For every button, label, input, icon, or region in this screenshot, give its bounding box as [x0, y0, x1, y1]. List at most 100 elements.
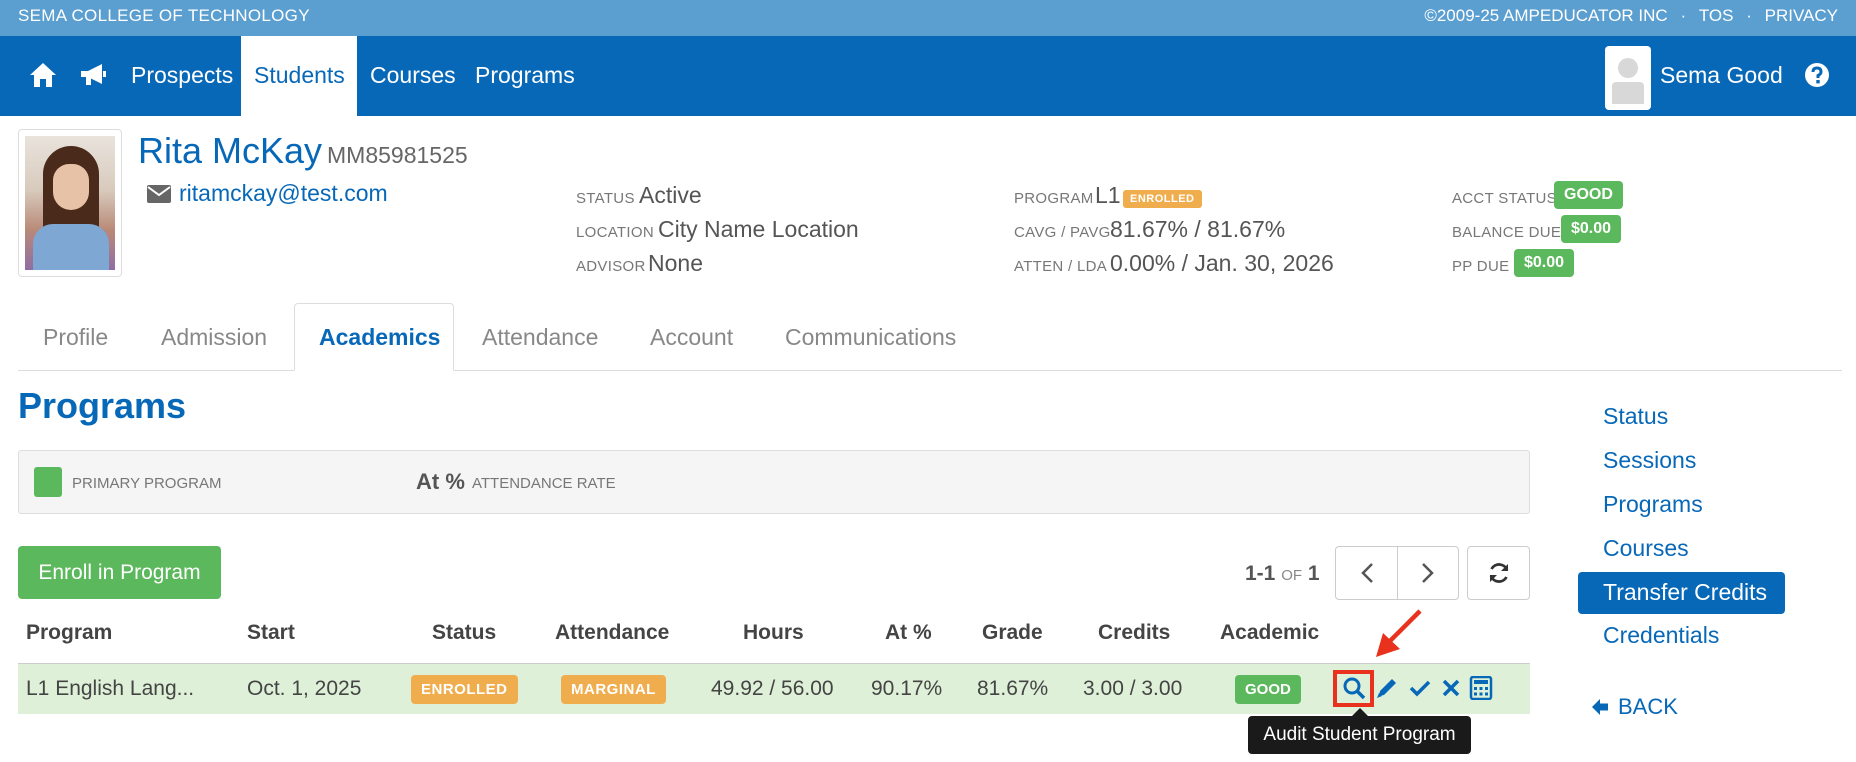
tooltip: Audit Student Program	[1248, 708, 1471, 754]
section-title: Programs	[18, 385, 187, 426]
balance-badge: $0.00	[1561, 215, 1622, 243]
acct-status-label: ACCT STATUS	[1452, 190, 1557, 207]
student-name: Rita McKay	[138, 130, 323, 171]
cavg-label: CAVG / PAVG	[1014, 224, 1111, 241]
col-grade: Grade	[982, 621, 1043, 644]
col-at-percent: At %	[885, 621, 932, 644]
refresh-icon	[1489, 563, 1508, 583]
back-label: BACK	[1618, 694, 1678, 719]
status-label: STATUS	[576, 190, 635, 207]
separator: ·	[1680, 6, 1687, 25]
col-start: Start	[247, 621, 295, 644]
col-hours: Hours	[743, 621, 804, 644]
highlight-annotation	[1333, 670, 1374, 707]
user-name[interactable]: Sema Good	[1660, 62, 1783, 89]
location-value: City Name Location	[658, 216, 859, 242]
pp-due-badge: $0.00	[1514, 249, 1575, 277]
tab-profile[interactable]: Profile	[43, 324, 108, 351]
atten-label: ATTEN / LDA	[1014, 258, 1108, 275]
refresh-button[interactable]	[1467, 546, 1530, 600]
atten-value: 0.00% / Jan. 30, 2026	[1110, 250, 1334, 276]
program-label: PROGRAM	[1014, 190, 1094, 207]
balance-label: BALANCE DUE	[1452, 224, 1562, 241]
nav-programs[interactable]: Programs	[475, 62, 575, 89]
attendance-badge: MARGINAL	[561, 675, 666, 704]
tab-admission[interactable]: Admission	[161, 324, 267, 351]
col-attendance: Attendance	[555, 621, 670, 644]
advisor-label: ADVISOR	[576, 258, 646, 275]
program-status-badge: ENROLLED	[1123, 190, 1202, 208]
sidenav-status[interactable]: Status	[1603, 403, 1668, 430]
arrow-annotation-icon	[1376, 609, 1422, 657]
pager-range: 1-1	[1245, 562, 1276, 585]
col-status: Status	[432, 621, 497, 644]
chevron-right-icon	[1422, 563, 1434, 583]
top-bar: SEMA COLLEGE OF TECHNOLOGY ©2009-25 AMPE…	[0, 0, 1856, 36]
sidenav-credentials[interactable]: Credentials	[1603, 622, 1719, 649]
col-academic: Academic	[1220, 621, 1320, 644]
cell-program[interactable]: L1 English Lang...	[26, 677, 194, 701]
pp-due-label: PP DUE	[1452, 258, 1510, 275]
tab-account[interactable]: Account	[650, 324, 733, 351]
prev-page-button[interactable]	[1335, 546, 1398, 600]
next-page-button[interactable]	[1397, 546, 1459, 600]
check-icon[interactable]	[1408, 676, 1432, 700]
cell-credits: 3.00 / 3.00	[1083, 677, 1183, 700]
calculator-icon[interactable]	[1469, 676, 1493, 700]
enroll-in-program-button[interactable]: Enroll in Program	[18, 546, 221, 599]
tab-academics-label: Academics	[319, 324, 441, 350]
top-links: ©2009-25 AMPEDUCATOR INC · TOS · PRIVACY	[1416, 6, 1838, 26]
pager-of: OF	[1281, 567, 1303, 584]
cell-hours: 49.92 / 56.00	[711, 677, 834, 700]
student-id: MM85981525	[327, 142, 468, 168]
nav-students[interactable]: Students	[241, 36, 357, 116]
user-avatar[interactable]	[1605, 46, 1651, 110]
student-email[interactable]: ritamckay@test.com	[179, 180, 388, 207]
student-photo	[18, 129, 122, 277]
advisor-value: None	[648, 250, 703, 276]
status-value: Active	[639, 182, 702, 208]
col-credits: Credits	[1098, 621, 1171, 644]
acct-status-badge: GOOD	[1554, 181, 1623, 209]
program-value: L1	[1095, 182, 1121, 208]
sidenav-transfer-credits-label: Transfer Credits	[1603, 579, 1768, 605]
sidenav-programs[interactable]: Programs	[1603, 491, 1703, 518]
primary-program-box: PRIMARY PROGRAM At % ATTENDANCE RATE	[18, 450, 1530, 514]
tab-attendance[interactable]: Attendance	[482, 324, 598, 351]
pencil-icon[interactable]	[1375, 676, 1399, 700]
close-icon[interactable]	[1439, 676, 1463, 700]
help-icon[interactable]	[1804, 62, 1830, 88]
tab-academics[interactable]: Academics	[294, 303, 454, 371]
main-nav: Prospects Students Courses Programs Sema…	[0, 36, 1856, 116]
tabs-divider	[18, 370, 1842, 371]
col-program: Program	[26, 621, 113, 644]
location-label: LOCATION	[576, 224, 654, 241]
pager-total: 1	[1307, 562, 1320, 585]
sidenav-transfer-credits[interactable]: Transfer Credits	[1578, 572, 1785, 614]
cell-start: Oct. 1, 2025	[247, 677, 362, 700]
chevron-left-icon	[1360, 563, 1373, 583]
college-name: SEMA COLLEGE OF TECHNOLOGY	[18, 6, 310, 25]
home-icon[interactable]	[28, 60, 58, 90]
sidenav-courses[interactable]: Courses	[1603, 535, 1689, 562]
nav-courses[interactable]: Courses	[370, 62, 456, 89]
cell-grade: 81.67%	[977, 677, 1049, 700]
status-badge: ENROLLED	[411, 675, 518, 704]
primary-program-label: PRIMARY PROGRAM	[72, 475, 222, 492]
nav-students-label: Students	[254, 62, 345, 88]
cavg-value: 81.67% / 81.67%	[1110, 216, 1286, 242]
at-percent-label: At %	[416, 469, 465, 494]
separator: ·	[1746, 6, 1752, 25]
privacy-link[interactable]: PRIVACY	[1765, 6, 1838, 25]
primary-color-swatch	[34, 467, 62, 497]
megaphone-icon[interactable]	[78, 62, 108, 88]
tab-communications[interactable]: Communications	[785, 324, 956, 351]
tos-link[interactable]: TOS	[1699, 6, 1734, 25]
cell-at-percent: 90.17%	[871, 677, 943, 700]
attendance-rate-label: ATTENDANCE RATE	[472, 475, 616, 492]
sidenav-sessions[interactable]: Sessions	[1603, 447, 1696, 474]
pager-count: 1-1 OF 1	[1245, 562, 1320, 586]
nav-prospects[interactable]: Prospects	[131, 62, 233, 89]
envelope-icon	[147, 185, 171, 203]
back-link[interactable]: BACK	[1590, 694, 1678, 720]
